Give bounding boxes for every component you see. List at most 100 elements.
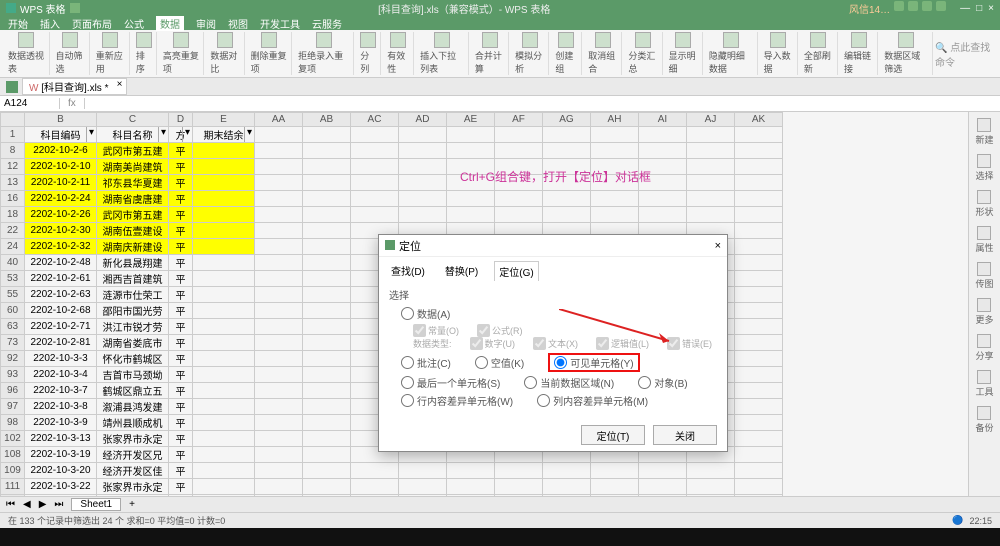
- filter-drop-icon[interactable]: ▾: [182, 127, 192, 142]
- tray-icon[interactable]: [922, 1, 932, 11]
- ribbon-highlight-dup[interactable]: 高亮重复项: [159, 32, 205, 75]
- ribbon-group[interactable]: 创建组: [551, 32, 582, 75]
- menu-start[interactable]: 开始: [8, 16, 28, 31]
- goto-button[interactable]: 定位(T): [581, 425, 645, 445]
- ribbon-pivot[interactable]: 数据透视表: [4, 32, 50, 75]
- tray-icon[interactable]: [936, 1, 946, 11]
- ribbon-editlinks[interactable]: 编辑链接: [840, 32, 878, 75]
- ribbon-compare[interactable]: 数据对比: [206, 32, 244, 75]
- column-headers[interactable]: BCDE AAABACAD AEAFAGAH AIAJAK: [1, 113, 783, 127]
- opt-object[interactable]: 对象(B): [638, 375, 687, 390]
- table-row[interactable]: 133: [1, 495, 783, 497]
- sheet-tab[interactable]: Sheet1: [71, 498, 121, 511]
- ribbon-validation[interactable]: 有效性: [383, 32, 414, 75]
- side-image[interactable]: 传图: [975, 262, 993, 290]
- ribbon-areafilter[interactable]: 数据区域筛选: [880, 32, 933, 75]
- menu-view[interactable]: 视图: [228, 16, 248, 31]
- ribbon-autofilter[interactable]: 自动筛选: [52, 32, 90, 75]
- side-select[interactable]: 选择: [975, 154, 993, 182]
- side-tools[interactable]: 工具: [975, 370, 993, 398]
- filter-drop-icon[interactable]: ▾: [244, 127, 254, 142]
- side-backup[interactable]: 备份: [975, 406, 993, 434]
- fx-icon[interactable]: fx: [60, 98, 85, 109]
- sheet-nav-next[interactable]: ▶: [39, 499, 47, 510]
- side-props[interactable]: 属性: [975, 226, 993, 254]
- ribbon-reapply[interactable]: 重新应用: [92, 32, 130, 75]
- close-icon[interactable]: ×: [988, 3, 994, 14]
- ribbon-showdetail[interactable]: 显示明细: [665, 32, 703, 75]
- opt-data[interactable]: 数据(A): [401, 306, 450, 321]
- name-box[interactable]: A124: [0, 98, 60, 109]
- ribbon-whatif[interactable]: 模拟分析: [511, 32, 549, 75]
- ribbon-subtotal[interactable]: 分类汇总: [624, 32, 662, 75]
- annotation-text: Ctrl+G组合键，打开【定位】对话框: [460, 168, 651, 185]
- ribbon-ungroup[interactable]: 取消组合: [584, 32, 622, 75]
- tray-icon[interactable]: [908, 1, 918, 11]
- table-row[interactable]: 82202-10-2-6武冈市第五建平: [1, 143, 783, 159]
- ribbon-search[interactable]: 🔍 点此查找命令: [935, 39, 996, 69]
- sub-number: 数字(U): [470, 337, 516, 350]
- menu-cloud[interactable]: 云服务: [312, 16, 342, 31]
- table-row[interactable]: 122202-10-2-10湖南美尚建筑平: [1, 159, 783, 175]
- tab-find[interactable]: 查找(D): [387, 261, 429, 281]
- ribbon-refresh[interactable]: 全部刷新: [800, 32, 838, 75]
- opt-curreg[interactable]: 当前数据区域(N): [524, 375, 614, 390]
- table-header-row[interactable]: 1 科目编码▾ 科目名称▾ 方▾ 期末结余▾: [1, 127, 783, 143]
- tray-icon[interactable]: [894, 1, 904, 11]
- sheet-nav-prev[interactable]: ◀: [23, 499, 31, 510]
- home-tab-icon[interactable]: [6, 81, 18, 93]
- dialog-close-icon[interactable]: ×: [715, 240, 721, 252]
- close-button[interactable]: 关闭: [653, 425, 717, 445]
- ribbon: 数据透视表 自动筛选 重新应用 排序 高亮重复项 数据对比 删除重复项 拒绝录入…: [0, 30, 1000, 78]
- side-more[interactable]: 更多: [975, 298, 993, 326]
- opt-visible[interactable]: 可见单元格(Y): [548, 353, 639, 372]
- menu-data[interactable]: 数据: [156, 16, 184, 31]
- table-row[interactable]: 1112202-10-3-22张家界市永定平: [1, 479, 783, 495]
- tab-goto[interactable]: 定位(G): [494, 261, 538, 281]
- side-shape[interactable]: 形状: [975, 190, 993, 218]
- sheet-nav-first[interactable]: ⏮: [6, 499, 15, 510]
- formula-bar: A124 fx: [0, 96, 1000, 112]
- maximize-icon[interactable]: □: [976, 3, 982, 14]
- ribbon-dropdown[interactable]: 插入下拉列表: [416, 32, 469, 75]
- opt-rowdiff[interactable]: 行内容差异单元格(W): [401, 393, 513, 408]
- dialog-tabs: 查找(D) 替换(P) 定位(G): [379, 257, 727, 281]
- system-tray: 风信14…: [849, 1, 946, 16]
- opt-lastcell[interactable]: 最后一个单元格(S): [401, 375, 500, 390]
- tab-replace[interactable]: 替换(P): [441, 261, 482, 281]
- app-title: WPS 表格: [20, 1, 66, 16]
- app-icon: [6, 3, 16, 13]
- ribbon-hidedetail[interactable]: 隐藏明细数据: [705, 32, 758, 75]
- opt-coldiff[interactable]: 列内容差异单元格(M): [537, 393, 648, 408]
- side-share[interactable]: 分享: [975, 334, 993, 362]
- sub-logic: 逻辑值(L): [596, 337, 649, 350]
- sub-const: 常量(O): [413, 324, 459, 337]
- opt-blank[interactable]: 空值(K): [475, 355, 524, 370]
- table-row[interactable]: 1092202-10-3-20经济开发区佳平: [1, 463, 783, 479]
- add-sheet-icon[interactable]: +: [129, 499, 135, 510]
- ribbon-remove-dup[interactable]: 删除重复项: [247, 32, 293, 75]
- zoom-level[interactable]: 🔵: [952, 515, 963, 526]
- filter-drop-icon[interactable]: ▾: [86, 127, 96, 142]
- ribbon-sort[interactable]: 排序: [132, 32, 157, 75]
- table-row[interactable]: 182202-10-2-26武冈市第五建平: [1, 207, 783, 223]
- menu-formula[interactable]: 公式: [124, 16, 144, 31]
- menu-layout[interactable]: 页面布局: [72, 16, 112, 31]
- menu-review[interactable]: 审阅: [196, 16, 216, 31]
- opt-comment[interactable]: 批注(C): [401, 355, 451, 370]
- table-row[interactable]: 162202-10-2-24湖南省虞唐建平: [1, 191, 783, 207]
- side-new[interactable]: 新建: [975, 118, 993, 146]
- sheet-nav-last[interactable]: ⏭: [54, 499, 63, 510]
- document-tab[interactable]: W [科目查询].xls *: [22, 78, 127, 95]
- menu-dev[interactable]: 开发工具: [260, 16, 300, 31]
- ribbon-consolidate[interactable]: 合并计算: [471, 32, 509, 75]
- save-icon[interactable]: [70, 3, 80, 13]
- filter-drop-icon[interactable]: ▾: [158, 127, 168, 142]
- ribbon-reject-dup[interactable]: 拒绝录入重复项: [294, 32, 354, 75]
- ribbon-textcol[interactable]: 分列: [356, 32, 381, 75]
- title-bar: WPS 表格 [科目查询].xls（兼容模式）- WPS 表格 风信14… — …: [0, 0, 1000, 16]
- menu-insert[interactable]: 插入: [40, 16, 60, 31]
- table-row[interactable]: 132202-10-2-11祁东县华夏建平: [1, 175, 783, 191]
- minimize-icon[interactable]: —: [960, 3, 970, 14]
- ribbon-import[interactable]: 导入数据: [760, 32, 798, 75]
